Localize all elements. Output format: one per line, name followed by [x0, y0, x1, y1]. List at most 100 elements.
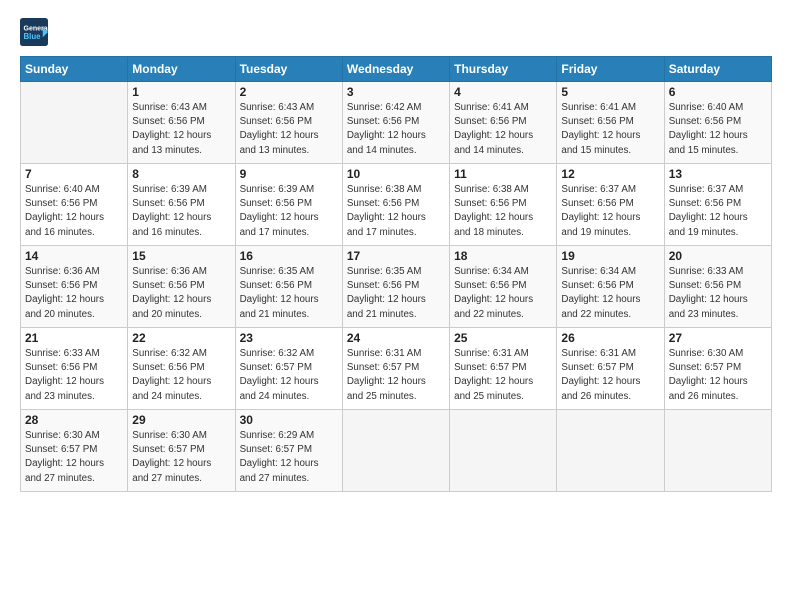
week-row-5: 28 Sunrise: 6:30 AMSunset: 6:57 PMDayligh…: [21, 410, 772, 492]
calendar-cell: 28Sunrise: 6:30 AMSunset: 6:57 PMDayligh…: [21, 410, 128, 492]
header: General Blue: [20, 18, 772, 46]
week-row-4: 21 Sunrise: 6:33 AMSunset: 6:56 PMDayligh…: [21, 328, 772, 410]
day-number: 7: [25, 167, 123, 181]
day-detail: Sunrise: 6:31 AMSunset: 6:57 PMDaylight:…: [454, 347, 552, 404]
day-detail: Sunrise: 6:31 AMSunset: 6:57 PMDaylight:…: [561, 347, 659, 404]
day-number: 4: [454, 85, 552, 99]
week-row-1: 1 Sunrise: 6:43 AMSunset: 6:56 PMDaylight…: [21, 82, 772, 164]
calendar-cell: 26 Sunrise: 6:31 AMSunset: 6:57 PMDayligh…: [557, 328, 664, 410]
calendar-cell: 8 Sunrise: 6:39 AMSunset: 6:56 PMDaylight…: [128, 164, 235, 246]
day-number: 8: [132, 167, 230, 181]
day-detail: Sunrise: 6:36 AMSunset: 6:56 PMDaylight:…: [132, 265, 230, 322]
day-number: 23: [240, 331, 338, 345]
day-number: 18: [454, 249, 552, 263]
calendar-cell: 2 Sunrise: 6:43 AMSunset: 6:56 PMDaylight…: [235, 82, 342, 164]
day-detail: Sunrise: 6:43 AMSunset: 6:56 PMDaylight:…: [132, 101, 230, 158]
day-number: 22: [132, 331, 230, 345]
calendar-cell: 18 Sunrise: 6:34 AMSunset: 6:56 PMDayligh…: [450, 246, 557, 328]
day-number: 24: [347, 331, 445, 345]
day-detail: Sunrise: 6:29 AMSunset: 6:57 PMDaylight:…: [240, 429, 338, 486]
day-detail: Sunrise: 6:43 AMSunset: 6:56 PMDaylight:…: [240, 101, 338, 158]
calendar-cell: 10 Sunrise: 6:38 AMSunset: 6:56 PMDayligh…: [342, 164, 449, 246]
calendar-cell: 21 Sunrise: 6:33 AMSunset: 6:56 PMDayligh…: [21, 328, 128, 410]
day-detail: Sunrise: 6:35 AMSunset: 6:56 PMDaylight:…: [240, 265, 338, 322]
calendar-cell: 24 Sunrise: 6:31 AMSunset: 6:57 PMDayligh…: [342, 328, 449, 410]
calendar-cell: 12Sunrise: 6:37 AMSunset: 6:56 PMDayligh…: [557, 164, 664, 246]
day-detail: Sunrise: 6:37 AMSunset: 6:56 PMDaylight:…: [669, 183, 767, 240]
day-number: 13: [669, 167, 767, 181]
calendar-cell: 22 Sunrise: 6:32 AMSunset: 6:56 PMDayligh…: [128, 328, 235, 410]
day-number: 10: [347, 167, 445, 181]
day-number: 6: [669, 85, 767, 99]
calendar-cell: 1 Sunrise: 6:43 AMSunset: 6:56 PMDaylight…: [128, 82, 235, 164]
calendar-cell: [342, 410, 449, 492]
calendar-cell: 23 Sunrise: 6:32 AMSunset: 6:57 PMDayligh…: [235, 328, 342, 410]
calendar-cell: 9 Sunrise: 6:39 AMSunset: 6:56 PMDaylight…: [235, 164, 342, 246]
day-detail: Sunrise: 6:41 AMSunset: 6:56 PMDaylight:…: [561, 101, 659, 158]
calendar-table: SundayMondayTuesdayWednesdayThursdayFrid…: [20, 56, 772, 492]
day-detail: Sunrise: 6:38 AMSunset: 6:56 PMDaylight:…: [347, 183, 445, 240]
weekday-header-tuesday: Tuesday: [235, 57, 342, 82]
day-detail: Sunrise: 6:33 AMSunset: 6:56 PMDaylight:…: [669, 265, 767, 322]
day-number: 28: [25, 413, 123, 427]
day-detail: Sunrise: 6:38 AMSunset: 6:56 PMDaylight:…: [454, 183, 552, 240]
logo-icon: General Blue: [20, 18, 48, 46]
calendar-cell: 29 Sunrise: 6:30 AMSunset: 6:57 PMDayligh…: [128, 410, 235, 492]
day-number: 14: [25, 249, 123, 263]
calendar-cell: 30 Sunrise: 6:29 AMSunset: 6:57 PMDayligh…: [235, 410, 342, 492]
calendar-cell: 13 Sunrise: 6:37 AMSunset: 6:56 PMDayligh…: [664, 164, 771, 246]
day-number: 30: [240, 413, 338, 427]
calendar-cell: 6Sunrise: 6:40 AMSunset: 6:56 PMDaylight…: [664, 82, 771, 164]
calendar-cell: 16Sunrise: 6:35 AMSunset: 6:56 PMDayligh…: [235, 246, 342, 328]
calendar-cell: [21, 82, 128, 164]
day-number: 5: [561, 85, 659, 99]
weekday-header-saturday: Saturday: [664, 57, 771, 82]
day-detail: Sunrise: 6:32 AMSunset: 6:57 PMDaylight:…: [240, 347, 338, 404]
weekday-header-monday: Monday: [128, 57, 235, 82]
svg-text:Blue: Blue: [24, 32, 42, 41]
week-row-2: 7 Sunrise: 6:40 AMSunset: 6:56 PMDaylight…: [21, 164, 772, 246]
week-row-3: 14 Sunrise: 6:36 AMSunset: 6:56 PMDayligh…: [21, 246, 772, 328]
day-detail: Sunrise: 6:35 AMSunset: 6:56 PMDaylight:…: [347, 265, 445, 322]
weekday-header-thursday: Thursday: [450, 57, 557, 82]
day-detail: Sunrise: 6:37 AMSunset: 6:56 PMDaylight:…: [561, 183, 659, 240]
day-detail: Sunrise: 6:39 AMSunset: 6:56 PMDaylight:…: [132, 183, 230, 240]
day-number: 26: [561, 331, 659, 345]
logo: General Blue: [20, 18, 52, 46]
day-number: 21: [25, 331, 123, 345]
calendar-cell: 5 Sunrise: 6:41 AMSunset: 6:56 PMDaylight…: [557, 82, 664, 164]
day-number: 29: [132, 413, 230, 427]
calendar-body: 1 Sunrise: 6:43 AMSunset: 6:56 PMDaylight…: [21, 82, 772, 492]
day-number: 19: [561, 249, 659, 263]
calendar-cell: 4 Sunrise: 6:41 AMSunset: 6:56 PMDaylight…: [450, 82, 557, 164]
calendar-cell: [557, 410, 664, 492]
calendar-cell: [450, 410, 557, 492]
calendar-page: General Blue SundayMondayTuesdayWednesda…: [0, 0, 792, 612]
calendar-cell: 3Sunrise: 6:42 AMSunset: 6:56 PMDaylight…: [342, 82, 449, 164]
day-number: 27: [669, 331, 767, 345]
weekday-header-wednesday: Wednesday: [342, 57, 449, 82]
day-detail: Sunrise: 6:33 AMSunset: 6:56 PMDaylight:…: [25, 347, 123, 404]
weekday-header-friday: Friday: [557, 57, 664, 82]
day-detail: Sunrise: 6:41 AMSunset: 6:56 PMDaylight:…: [454, 101, 552, 158]
day-number: 1: [132, 85, 230, 99]
day-detail: Sunrise: 6:39 AMSunset: 6:56 PMDaylight:…: [240, 183, 338, 240]
day-number: 11: [454, 167, 552, 181]
calendar-cell: 17Sunrise: 6:35 AMSunset: 6:56 PMDayligh…: [342, 246, 449, 328]
day-detail: Sunrise: 6:30 AMSunset: 6:57 PMDaylight:…: [132, 429, 230, 486]
day-detail: Sunrise: 6:30 AMSunset: 6:57 PMDaylight:…: [669, 347, 767, 404]
day-detail: Sunrise: 6:40 AMSunset: 6:56 PMDaylight:…: [25, 183, 123, 240]
calendar-cell: 14 Sunrise: 6:36 AMSunset: 6:56 PMDayligh…: [21, 246, 128, 328]
calendar-cell: 25Sunrise: 6:31 AMSunset: 6:57 PMDayligh…: [450, 328, 557, 410]
day-number: 2: [240, 85, 338, 99]
day-detail: Sunrise: 6:36 AMSunset: 6:56 PMDaylight:…: [25, 265, 123, 322]
day-detail: Sunrise: 6:31 AMSunset: 6:57 PMDaylight:…: [347, 347, 445, 404]
day-detail: Sunrise: 6:42 AMSunset: 6:56 PMDaylight:…: [347, 101, 445, 158]
weekday-header-row: SundayMondayTuesdayWednesdayThursdayFrid…: [21, 57, 772, 82]
day-detail: Sunrise: 6:32 AMSunset: 6:56 PMDaylight:…: [132, 347, 230, 404]
day-detail: Sunrise: 6:34 AMSunset: 6:56 PMDaylight:…: [454, 265, 552, 322]
calendar-cell: 11 Sunrise: 6:38 AMSunset: 6:56 PMDayligh…: [450, 164, 557, 246]
day-detail: Sunrise: 6:34 AMSunset: 6:56 PMDaylight:…: [561, 265, 659, 322]
day-number: 9: [240, 167, 338, 181]
calendar-cell: 27 Sunrise: 6:30 AMSunset: 6:57 PMDayligh…: [664, 328, 771, 410]
